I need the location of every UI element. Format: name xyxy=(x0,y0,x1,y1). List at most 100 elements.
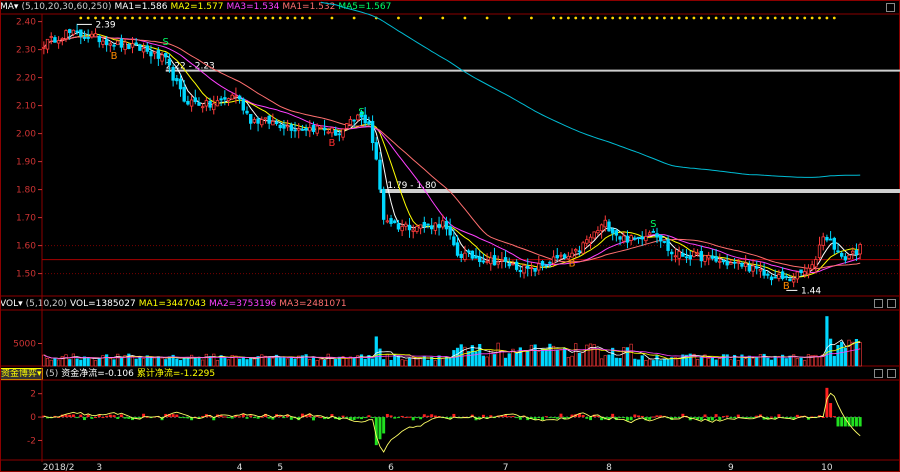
fund-flow-bar xyxy=(699,417,703,421)
signal-dot xyxy=(197,16,201,20)
fund-flow-bar xyxy=(836,417,840,427)
candle-body xyxy=(825,236,829,241)
volume-bar xyxy=(485,356,489,367)
candle-body xyxy=(791,279,796,283)
fund-flow-bar xyxy=(729,417,733,419)
trade-signal-label: B xyxy=(329,138,336,149)
candle-body xyxy=(237,95,242,100)
fund-flow-bar xyxy=(171,414,175,418)
volume-bar xyxy=(201,359,205,367)
signal-dot xyxy=(589,16,592,20)
volume-bar xyxy=(42,354,46,367)
signal-dot xyxy=(552,16,555,20)
signal-dot xyxy=(190,16,193,20)
candle-body xyxy=(795,271,800,280)
fund-flow-bar xyxy=(385,413,389,418)
price-axis-label: 2.20 xyxy=(16,74,36,84)
signal-dot xyxy=(79,16,83,20)
fund-flow-bar xyxy=(341,415,345,418)
candle-body xyxy=(603,219,607,228)
volume-ma10-line xyxy=(43,340,861,360)
volume-bar xyxy=(330,358,334,367)
fund-flow-bar xyxy=(537,417,541,419)
fund-flow-bar xyxy=(396,417,400,419)
candle-body xyxy=(839,252,844,257)
signal-dot xyxy=(182,16,186,20)
candle-body xyxy=(592,231,596,239)
candle-body xyxy=(666,239,670,251)
volume-bar xyxy=(555,349,559,367)
volume-bar xyxy=(426,359,430,367)
fund-flow-bar xyxy=(175,414,179,418)
candle-body xyxy=(68,29,72,33)
candle-body xyxy=(673,255,678,258)
stock-chart[interactable]: 2.40 2.30 2.20 2.10 2.00 1.90 1.80 1.70 1.60 1.50… xyxy=(0,0,900,472)
volume-bar xyxy=(326,353,330,367)
candle-body xyxy=(345,123,349,129)
candle-body xyxy=(699,251,704,262)
volume-bar xyxy=(633,358,637,367)
candle-body xyxy=(478,256,482,263)
volume-bar xyxy=(334,359,338,367)
volume-bar xyxy=(474,351,478,367)
fund-flow-bar xyxy=(555,417,559,419)
candle-body xyxy=(607,221,611,232)
fund-flow-bar xyxy=(419,417,423,420)
volume-bar xyxy=(448,356,452,367)
volume-bar xyxy=(71,353,75,367)
candle-body xyxy=(71,29,76,35)
signal-dot xyxy=(832,16,836,20)
candle-body xyxy=(308,126,312,132)
volume-bar xyxy=(725,354,729,367)
fund-flow-bar xyxy=(64,414,68,418)
volume-bar xyxy=(153,357,157,367)
candle-body xyxy=(751,265,755,272)
volume-bar xyxy=(526,350,530,367)
fund-flow-bar xyxy=(367,415,371,418)
volume-bar xyxy=(49,359,53,367)
fund-flow-bar xyxy=(692,417,696,419)
volume-bar xyxy=(662,358,666,367)
volume-bar xyxy=(215,360,220,367)
volume-bar xyxy=(858,342,862,367)
candle-body xyxy=(145,45,149,52)
signal-dot xyxy=(788,16,792,20)
candle-body xyxy=(732,261,737,264)
volume-bar xyxy=(744,358,748,367)
signal-dot xyxy=(153,16,157,20)
candle-body xyxy=(684,256,689,259)
volume-bar xyxy=(156,356,160,367)
candle-body xyxy=(385,220,390,223)
fund-flow-bar xyxy=(625,417,629,421)
signal-dot xyxy=(736,16,740,20)
volume-bar xyxy=(817,356,822,367)
candle-body xyxy=(304,127,308,131)
ma250-line xyxy=(320,1,861,178)
volume-bar xyxy=(500,350,504,367)
volume-bar xyxy=(551,345,556,367)
signal-dot xyxy=(308,16,312,20)
fund-flow-bar xyxy=(94,417,98,419)
fund-flow-bar xyxy=(415,417,419,419)
signal-dot xyxy=(633,16,637,20)
candle-body xyxy=(470,250,475,259)
candle-body xyxy=(400,226,404,232)
signal-dot xyxy=(293,16,297,20)
candle-body xyxy=(655,233,659,238)
date-axis-label: 8 xyxy=(606,463,612,472)
candle-body xyxy=(241,98,245,111)
candle-body xyxy=(662,241,667,243)
fund-flow-bar xyxy=(393,417,397,419)
fund-flow-bar xyxy=(507,416,511,418)
price-axis-label: 2.30 xyxy=(16,46,36,56)
fund-flow-bar xyxy=(559,413,563,418)
fund-flow-bar xyxy=(777,414,781,418)
date-axis-label: 4 xyxy=(237,463,243,472)
candle-body xyxy=(138,44,142,51)
fund-flow-bar xyxy=(312,417,315,421)
fund-flow-bar xyxy=(378,417,382,440)
candle-body xyxy=(659,234,663,242)
candle-body xyxy=(489,257,493,265)
volume-bar xyxy=(777,356,781,367)
candle-body xyxy=(540,261,545,266)
